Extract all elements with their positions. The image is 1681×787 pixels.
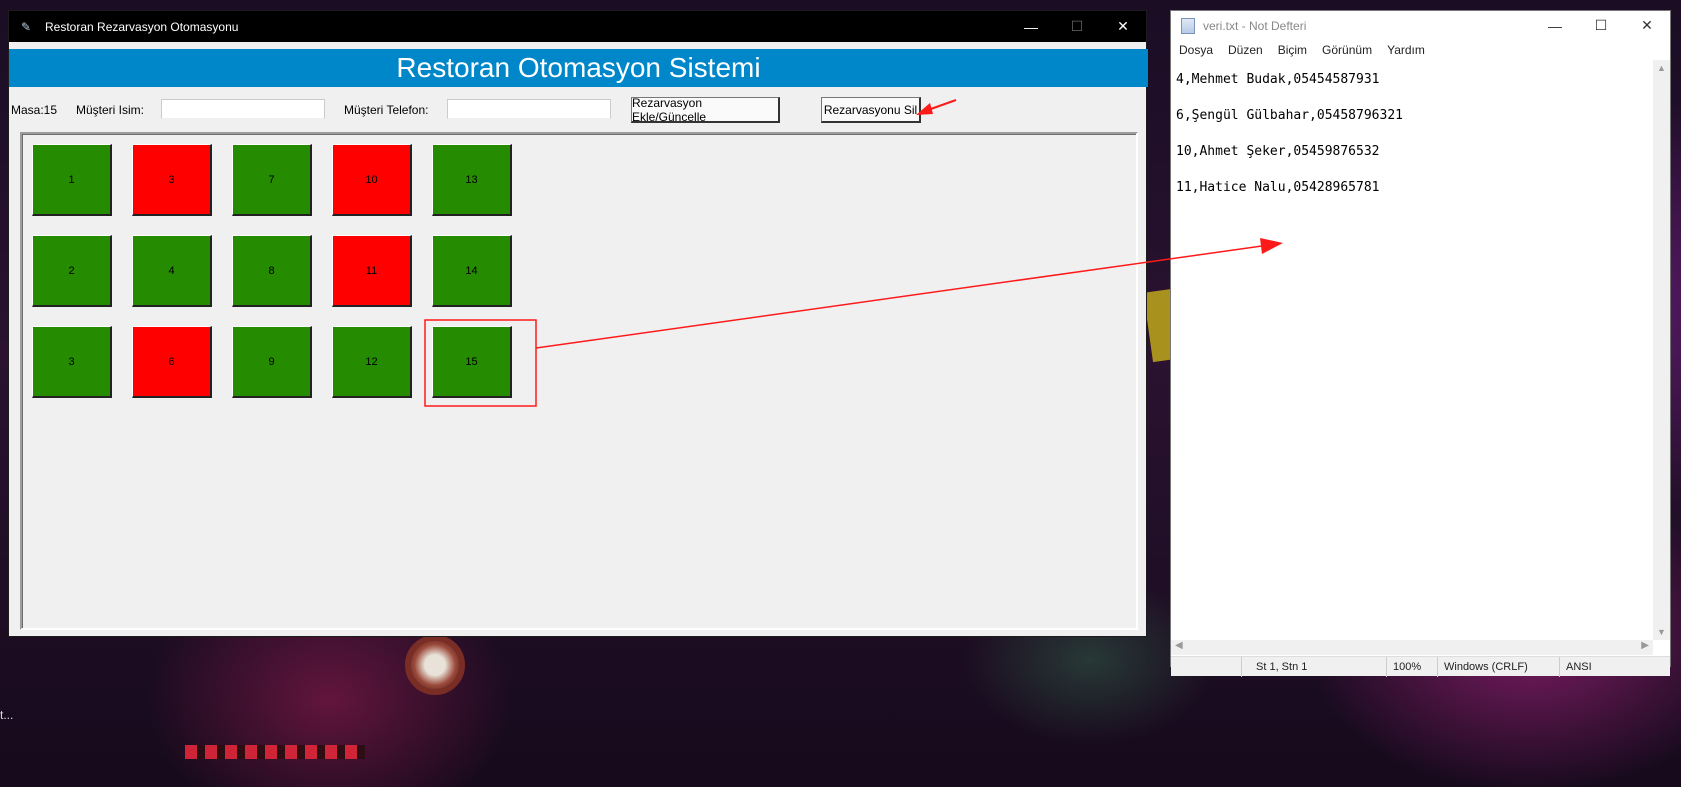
restaurant-app-window: ✎ Restoran Rezarvasyon Otomasyonu — ☐ ✕ … (8, 10, 1148, 637)
app-window-controls: — ☐ ✕ (1008, 11, 1146, 42)
selected-table-label: Masa:15 (11, 103, 58, 117)
notepad-menubar: Dosya Düzen Biçim Görünüm Yardım (1171, 40, 1670, 60)
table-button[interactable]: 11 (332, 235, 412, 307)
table-button[interactable]: 9 (232, 326, 312, 398)
vertical-scrollbar[interactable]: ▲ ▼ (1653, 60, 1670, 640)
feather-icon: ✎ (21, 19, 32, 34)
menu-item-gorunum[interactable]: Görünüm (1322, 43, 1372, 57)
zoom-level: 100% (1393, 661, 1422, 673)
customer-phone-label: Müşteri Telefon: (344, 103, 429, 117)
text-line: 4,Mehmet Budak,05454587931 (1176, 72, 1380, 87)
notepad-icon (1181, 17, 1195, 34)
maximize-icon[interactable]: ☐ (1578, 11, 1624, 40)
scroll-left-icon[interactable]: ◀ (1175, 640, 1183, 651)
customer-name-input[interactable] (161, 99, 325, 119)
app-header-title: Restoran Otomasyon Sistemi (9, 49, 1148, 87)
table-button[interactable]: 3 (132, 144, 212, 216)
text-line: 10,Ahmet Şeker,05459876532 (1176, 144, 1380, 159)
horizontal-scrollbar[interactable]: ◀ ▶ (1171, 640, 1653, 655)
notepad-window-controls: — ☐ ✕ (1532, 11, 1670, 40)
encoding: ANSI (1566, 661, 1592, 673)
table-button[interactable]: 14 (432, 235, 512, 307)
delete-reservation-button[interactable]: Rezarvasyonu Sil (821, 97, 921, 123)
notepad-statusbar: St 1, Stn 1 100% Windows (CRLF) ANSI (1171, 656, 1670, 677)
scroll-up-icon[interactable]: ▲ (1653, 63, 1670, 73)
minimize-icon[interactable]: — (1532, 11, 1578, 40)
reservation-form: Masa:15 Müşteri Isim: Müşteri Telefon: R… (9, 96, 1146, 125)
table-button[interactable]: 13 (432, 144, 512, 216)
notepad-window: veri.txt - Not Defteri — ☐ ✕ Dosya Düzen… (1170, 10, 1671, 677)
app-window-title: Restoran Rezarvasyon Otomasyonu (45, 19, 239, 34)
scroll-down-icon[interactable]: ▼ (1653, 627, 1670, 637)
menu-item-yardim[interactable]: Yardım (1387, 43, 1425, 57)
table-button[interactable]: 10 (332, 144, 412, 216)
minimize-icon[interactable]: — (1008, 11, 1054, 42)
menu-item-duzen[interactable]: Düzen (1228, 43, 1263, 57)
cursor-position: St 1, Stn 1 (1256, 661, 1308, 673)
table-button[interactable]: 4 (132, 235, 212, 307)
customer-phone-input[interactable] (447, 99, 611, 119)
background-lights (185, 745, 365, 759)
table-button[interactable]: 15 (432, 326, 512, 398)
app-titlebar[interactable]: ✎ Restoran Rezarvasyon Otomasyonu — ☐ ✕ (9, 11, 1146, 42)
background-wheel (405, 635, 465, 695)
add-update-reservation-button[interactable]: Rezarvasyon Ekle/Güncelle (631, 96, 780, 124)
text-line: 11,Hatice Nalu,05428965781 (1176, 180, 1380, 195)
maximize-icon: ☐ (1070, 18, 1084, 34)
customer-name-label: Müşteri Isim: (76, 103, 145, 117)
table-button[interactable]: 1 (32, 144, 112, 216)
notepad-window-title: veri.txt - Not Defteri (1203, 18, 1307, 33)
close-icon[interactable]: ✕ (1624, 11, 1670, 40)
desktop-edge-text: t... (0, 708, 14, 722)
table-button[interactable]: 12 (332, 326, 412, 398)
close-icon[interactable]: ✕ (1100, 11, 1146, 42)
table-button[interactable]: 6 (132, 326, 212, 398)
scroll-right-icon[interactable]: ▶ (1641, 640, 1649, 651)
menu-item-bicim[interactable]: Biçim (1278, 43, 1307, 57)
menu-item-dosya[interactable]: Dosya (1179, 43, 1213, 57)
tables-canvas: 1 3 7 10 13 2 4 8 11 14 3 6 9 12 15 (20, 132, 1138, 630)
text-line: 6,Şengül Gülbahar,05458796321 (1176, 108, 1403, 123)
table-button[interactable]: 3 (32, 326, 112, 398)
table-button[interactable]: 8 (232, 235, 312, 307)
notepad-titlebar[interactable]: veri.txt - Not Defteri — ☐ ✕ (1171, 11, 1670, 40)
line-ending: Windows (CRLF) (1444, 661, 1528, 673)
table-button[interactable]: 2 (32, 235, 112, 307)
table-button[interactable]: 7 (232, 144, 312, 216)
notepad-text-area[interactable]: 4,Mehmet Budak,05454587931 6,Şengül Gülb… (1171, 60, 1653, 640)
